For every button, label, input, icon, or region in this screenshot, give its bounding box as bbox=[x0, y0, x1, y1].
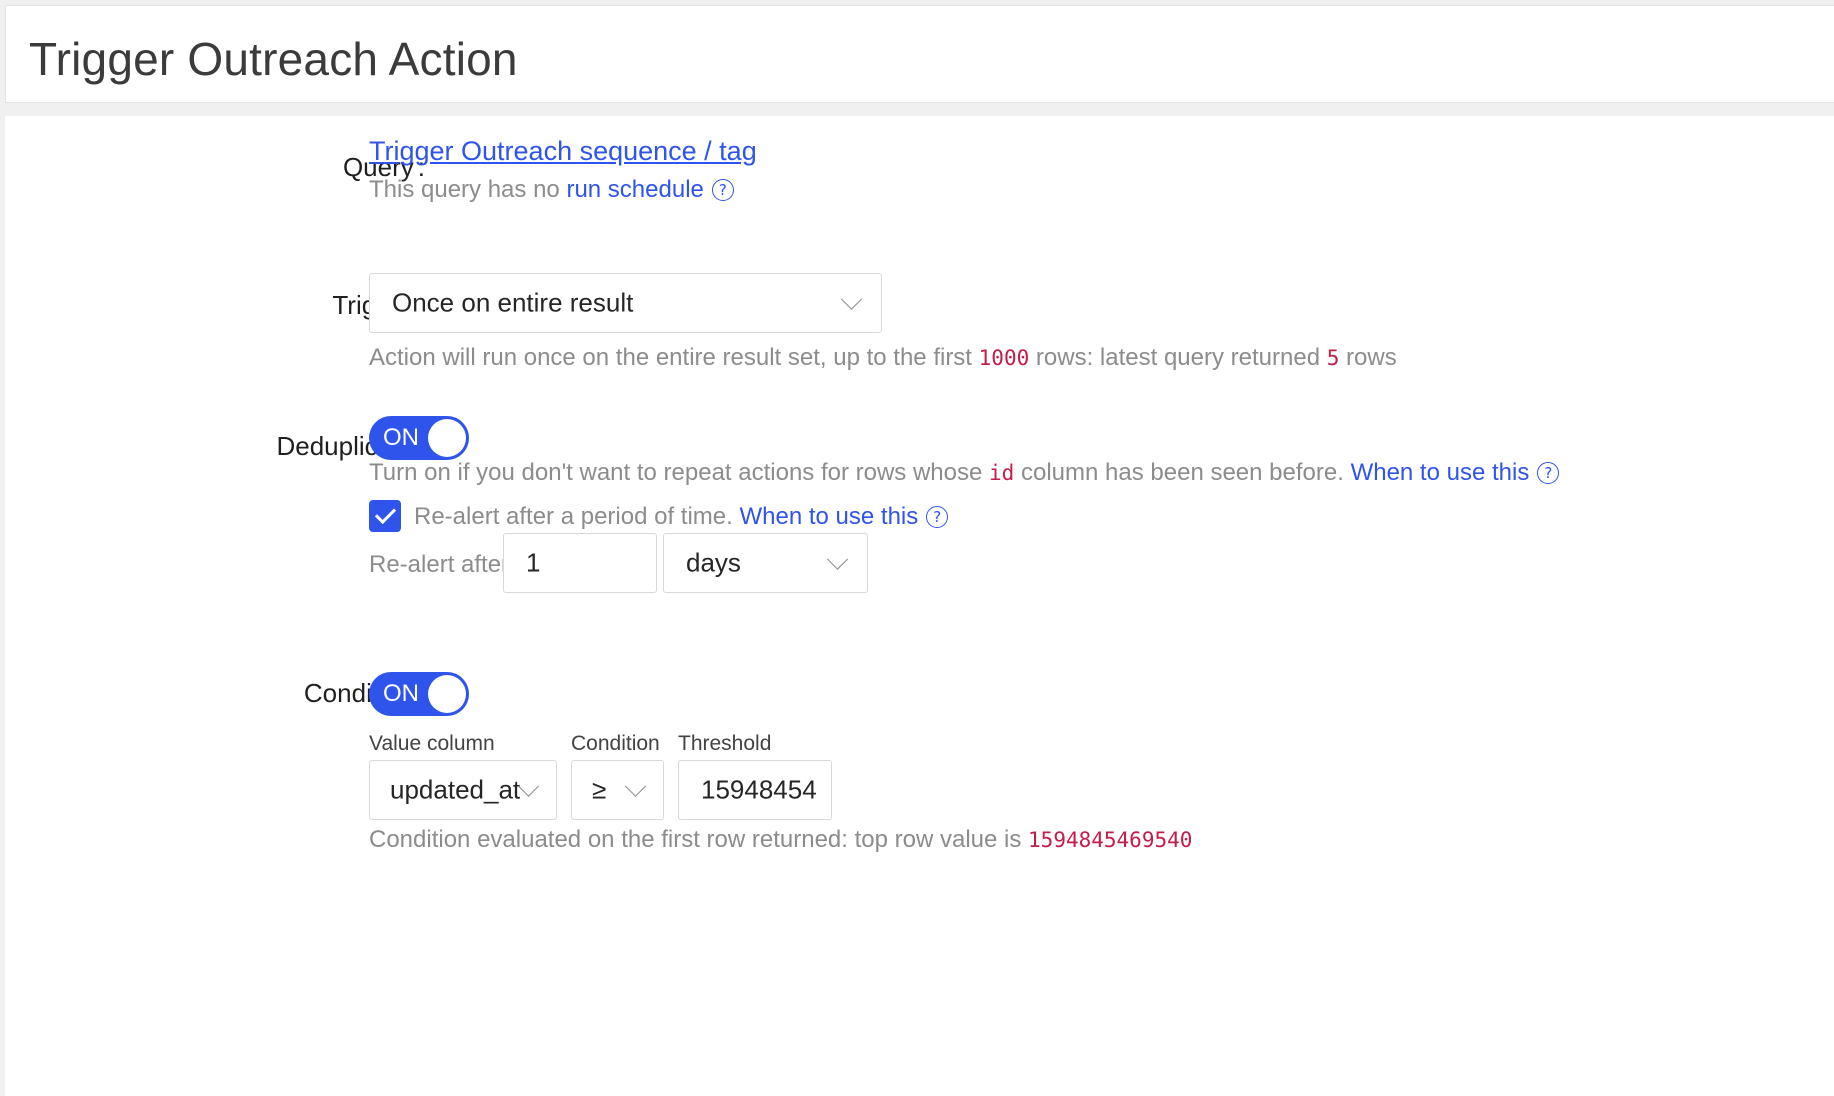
question-circle-icon[interactable]: ? bbox=[926, 506, 949, 528]
question-circle-icon[interactable]: ? bbox=[1537, 462, 1560, 484]
trigger-help-suffix: rows bbox=[1346, 344, 1397, 371]
check-icon bbox=[374, 502, 397, 525]
realert-value: 1 bbox=[526, 547, 541, 578]
max-rows-code: 1000 bbox=[978, 346, 1030, 370]
query-schedule-note: This query has no run schedule? bbox=[369, 176, 734, 204]
deduplicate-toggle-label: ON bbox=[383, 424, 419, 451]
condition-help-text: Condition evaluated on the first row ret… bbox=[369, 826, 1192, 854]
condition-operator-label: Condition bbox=[571, 732, 660, 755]
id-column-code: id bbox=[989, 461, 1015, 485]
trigger-select-value: Once on entire result bbox=[392, 287, 634, 318]
deduplicate-help-suffix: column has been seen before. bbox=[1021, 459, 1344, 486]
chevron-down-icon bbox=[826, 548, 849, 570]
question-circle-icon[interactable]: ? bbox=[711, 179, 734, 201]
threshold-label: Threshold bbox=[678, 732, 772, 755]
condition-toggle-label: ON bbox=[383, 680, 419, 707]
schedule-prefix: This query has no bbox=[369, 176, 560, 203]
page-header: Trigger Outreach Action bbox=[5, 5, 1834, 103]
top-row-value-code: 1594845469540 bbox=[1028, 828, 1193, 852]
chevron-down-icon bbox=[840, 288, 863, 310]
returned-rows-code: 5 bbox=[1326, 346, 1340, 370]
trigger-help-prefix: Action will run once on the entire resul… bbox=[369, 344, 972, 371]
condition-operator-value: ≥ bbox=[592, 774, 607, 805]
realert-text: Re-alert after a period of time. When to… bbox=[414, 503, 949, 531]
query-link[interactable]: Trigger Outreach sequence / tag bbox=[369, 136, 757, 167]
value-column-select[interactable]: updated_at bbox=[369, 760, 557, 820]
realert-checkbox[interactable] bbox=[369, 500, 401, 532]
trigger-select[interactable]: Once on entire result bbox=[369, 273, 882, 333]
condition-operator-select[interactable]: ≥ bbox=[571, 760, 664, 820]
value-column-label: Value column bbox=[369, 732, 495, 755]
toggle-knob bbox=[428, 675, 466, 713]
value-column-value: updated_at bbox=[390, 774, 521, 805]
action-form: Query: Trigger Outreach sequence / tag T… bbox=[5, 116, 1834, 1096]
toggle-knob bbox=[428, 419, 466, 457]
trigger-help-middle: rows: latest query returned bbox=[1035, 344, 1321, 371]
run-schedule-link[interactable]: run schedule bbox=[566, 176, 703, 203]
realert-value-input[interactable]: 1 bbox=[503, 533, 657, 593]
deduplicate-help-text: Turn on if you don't want to repeat acti… bbox=[369, 459, 1560, 487]
deduplicate-toggle[interactable]: ON bbox=[369, 416, 469, 460]
deduplicate-when-link[interactable]: When to use this bbox=[1351, 459, 1530, 486]
threshold-value: 15948454 bbox=[701, 774, 817, 805]
realert-unit-value: days bbox=[686, 547, 741, 578]
realert-description: Re-alert after a period of time. bbox=[414, 503, 733, 530]
chevron-down-icon bbox=[624, 775, 647, 797]
chevron-down-icon bbox=[517, 775, 540, 797]
page-title: Trigger Outreach Action bbox=[29, 33, 518, 85]
realert-unit-select[interactable]: days bbox=[663, 533, 868, 593]
realert-after-label: Re-alert after bbox=[369, 551, 510, 578]
deduplicate-help-prefix: Turn on if you don't want to repeat acti… bbox=[369, 459, 983, 486]
threshold-input[interactable]: 15948454 bbox=[678, 760, 832, 820]
condition-toggle[interactable]: ON bbox=[369, 672, 469, 716]
trigger-help-text: Action will run once on the entire resul… bbox=[369, 344, 1397, 372]
realert-when-link[interactable]: When to use this bbox=[739, 503, 918, 530]
condition-help-prefix: Condition evaluated on the first row ret… bbox=[369, 826, 1022, 853]
